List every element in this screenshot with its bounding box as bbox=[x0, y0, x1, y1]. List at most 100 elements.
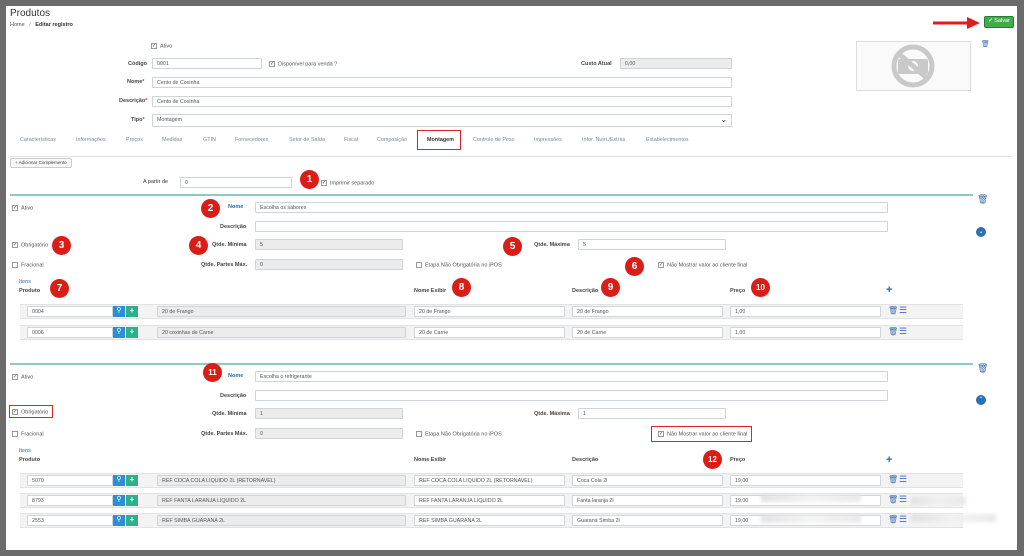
a-partir-field[interactable]: 0 bbox=[180, 177, 292, 188]
trash-icon[interactable]: 🗑 bbox=[888, 516, 898, 524]
codigo-field[interactable]: 0001 bbox=[152, 58, 262, 69]
trash-icon[interactable]: 🗑 bbox=[977, 364, 988, 373]
trash-icon[interactable]: 🗑 bbox=[977, 195, 988, 204]
group2-ativo-checkbox[interactable]: ✓ Ativo bbox=[12, 374, 33, 380]
group2-nao-mostrar-checkbox[interactable]: ✓ Não Mostrar valor ao cliente final bbox=[658, 431, 747, 437]
group2-obrigatorio-checkbox[interactable]: ✓ Obrigatório bbox=[12, 409, 48, 415]
group1-ativo-checkbox[interactable]: ✓ Ativo bbox=[12, 205, 33, 211]
imprimir-checkbox[interactable]: ✓ Imprimir separado bbox=[321, 180, 374, 186]
nome-exibir-field[interactable]: 20 de Carne bbox=[414, 327, 565, 338]
group2-qtde-max-field[interactable]: 1 bbox=[578, 408, 726, 419]
chevron-up-icon[interactable]: ⌃ bbox=[976, 395, 986, 405]
search-button[interactable]: ⚲ bbox=[113, 475, 125, 486]
item-descricao-field[interactable]: Guaraná Simba 2l bbox=[572, 515, 723, 526]
tab-montagem[interactable]: Montagem bbox=[427, 137, 454, 143]
obrigatorio-label: Obrigatório bbox=[21, 409, 49, 416]
custo-label: Custo Atual bbox=[581, 61, 612, 67]
descricao-field[interactable]: Cento de Coxinha bbox=[152, 96, 732, 107]
save-button[interactable]: ✔ Salvar bbox=[984, 16, 1014, 28]
tab-caracteristicas[interactable]: Características bbox=[20, 137, 56, 143]
tab-gtin[interactable]: GTIN bbox=[203, 137, 216, 143]
group2-col-preco: Preço bbox=[730, 457, 746, 463]
tab-fornecedores[interactable]: Fornecedores bbox=[235, 137, 268, 143]
breadcrumb-current: Editar registro bbox=[35, 22, 73, 28]
nome-field[interactable]: Cento de Coxinha bbox=[152, 77, 732, 88]
imprimir-label: Imprimir separado bbox=[330, 180, 375, 187]
trash-icon[interactable]: 🗑 bbox=[888, 307, 898, 315]
annotation-badge: 4 bbox=[189, 236, 208, 255]
annotation-badge: 6 bbox=[625, 257, 644, 276]
annotation-badge: 2 bbox=[201, 199, 220, 218]
trash-icon[interactable]: 🗑 bbox=[888, 496, 898, 504]
trash-icon[interactable]: 🗑 bbox=[981, 41, 990, 49]
tab-estabelecimentos[interactable]: Estabelecimentos bbox=[646, 137, 689, 143]
tab-controle-peso[interactable]: Controle de Peso bbox=[473, 137, 515, 143]
search-button[interactable]: ⚲ bbox=[113, 515, 125, 526]
item-descricao-field[interactable]: Fanta laranja 2l bbox=[572, 495, 723, 506]
add-product-button[interactable]: + bbox=[126, 475, 138, 486]
add-product-button[interactable]: + bbox=[126, 327, 138, 338]
group2-nome-field[interactable]: Escolha o refrigerante bbox=[255, 371, 888, 382]
descricao-label: Descrição* bbox=[119, 98, 148, 104]
group1-etapa-checkbox[interactable]: Etapa Não Obrigatória no iPOS bbox=[416, 262, 502, 268]
search-button[interactable]: ⚲ bbox=[113, 327, 125, 338]
tab-setor-saida[interactable]: Setor de Saída bbox=[289, 137, 325, 143]
tab-fiscal[interactable]: Fiscal bbox=[344, 137, 358, 143]
preco-field[interactable]: 1,00 bbox=[730, 327, 881, 338]
nome-exibir-field[interactable]: REF FANTA LARANJA LIQUIDO 2L bbox=[414, 495, 565, 506]
list-icon[interactable]: ☰ bbox=[899, 306, 907, 315]
search-button[interactable]: ⚲ bbox=[113, 306, 125, 317]
product-code-field[interactable]: 0006 bbox=[27, 327, 113, 338]
etapa-label: Etapa Não Obrigatória no iPOS bbox=[425, 431, 502, 438]
add-complemento-button[interactable]: + Adicionar Complemento bbox=[10, 158, 72, 168]
list-icon[interactable]: ☰ bbox=[899, 495, 907, 504]
group2-etapa-checkbox[interactable]: Etapa Não Obrigatória no iPOS bbox=[416, 431, 502, 437]
add-product-button[interactable]: + bbox=[126, 515, 138, 526]
product-code-field[interactable]: 0004 bbox=[27, 306, 113, 317]
breadcrumb-home[interactable]: Home bbox=[10, 22, 25, 28]
item-descricao-field[interactable]: 20 de Carne bbox=[572, 327, 723, 338]
nome-exibir-field[interactable]: REF SIMBA GUARANA 2L bbox=[414, 515, 565, 526]
nome-exibir-field[interactable]: 20 de Frango bbox=[414, 306, 565, 317]
group2-fracional-checkbox[interactable]: Fracional bbox=[12, 431, 44, 437]
ativo-checkbox[interactable]: ✓ Ativo bbox=[151, 43, 172, 49]
tab-precos[interactable]: Preços bbox=[126, 137, 143, 143]
plus-icon[interactable]: + bbox=[886, 285, 892, 296]
disponivel-checkbox[interactable]: ✓ Disponível para venda ? bbox=[269, 61, 337, 67]
group1-nome-label: Nome bbox=[228, 204, 244, 210]
item-descricao-field[interactable]: Coca Cola 2l bbox=[572, 475, 723, 486]
group1-nao-mostrar-checkbox[interactable]: ✓ Não Mostrar valor ao cliente final bbox=[658, 262, 747, 268]
tipo-select[interactable]: Montagem ⌄ bbox=[152, 114, 732, 127]
tab-infor-nutri[interactable]: Infor. Nutri./Extras bbox=[582, 137, 625, 143]
add-product-button[interactable]: + bbox=[126, 495, 138, 506]
tab-medidas[interactable]: Medidas bbox=[162, 137, 182, 143]
tab-impressoes[interactable]: Impressões bbox=[534, 137, 562, 143]
plus-icon[interactable]: + bbox=[886, 455, 892, 466]
product-image[interactable] bbox=[856, 41, 971, 91]
tab-informacoes[interactable]: Informações bbox=[76, 137, 106, 143]
list-icon[interactable]: ☰ bbox=[899, 327, 907, 336]
chevron-down-icon[interactable]: ⌄ bbox=[976, 227, 986, 237]
preco-field[interactable]: 1,00 bbox=[730, 306, 881, 317]
list-icon[interactable]: ☰ bbox=[899, 515, 907, 524]
group1-qtde-max-field[interactable]: 5 bbox=[578, 239, 726, 250]
nome-exibir-field[interactable]: REF COCA COLA LIQUIDO 2L (RETORNAVEL) bbox=[414, 475, 565, 486]
product-code-field[interactable]: 5070 bbox=[27, 475, 113, 486]
trash-icon[interactable]: 🗑 bbox=[888, 328, 898, 336]
trash-icon[interactable]: 🗑 bbox=[888, 476, 898, 484]
list-icon[interactable]: ☰ bbox=[899, 475, 907, 484]
group1-descricao-field[interactable] bbox=[255, 221, 888, 232]
add-product-button[interactable]: + bbox=[126, 306, 138, 317]
group1-obrigatorio-checkbox[interactable]: ✓ Obrigatório bbox=[12, 242, 48, 248]
group2-descricao-field[interactable] bbox=[255, 390, 888, 401]
product-code-field[interactable]: 8793 bbox=[27, 495, 113, 506]
group1-fracional-checkbox[interactable]: Fracional bbox=[12, 262, 44, 268]
check-icon: ✓ bbox=[269, 61, 275, 67]
item-descricao-field[interactable]: 20 de Frango bbox=[572, 306, 723, 317]
tab-composicao[interactable]: Composição bbox=[377, 137, 407, 143]
annotation-badge: 9 bbox=[601, 278, 620, 297]
preco-field[interactable]: 19,00 bbox=[730, 475, 881, 486]
group1-nome-field[interactable]: Escolha os sabores bbox=[255, 202, 888, 213]
product-code-field[interactable]: 2553 bbox=[27, 515, 113, 526]
search-button[interactable]: ⚲ bbox=[113, 495, 125, 506]
